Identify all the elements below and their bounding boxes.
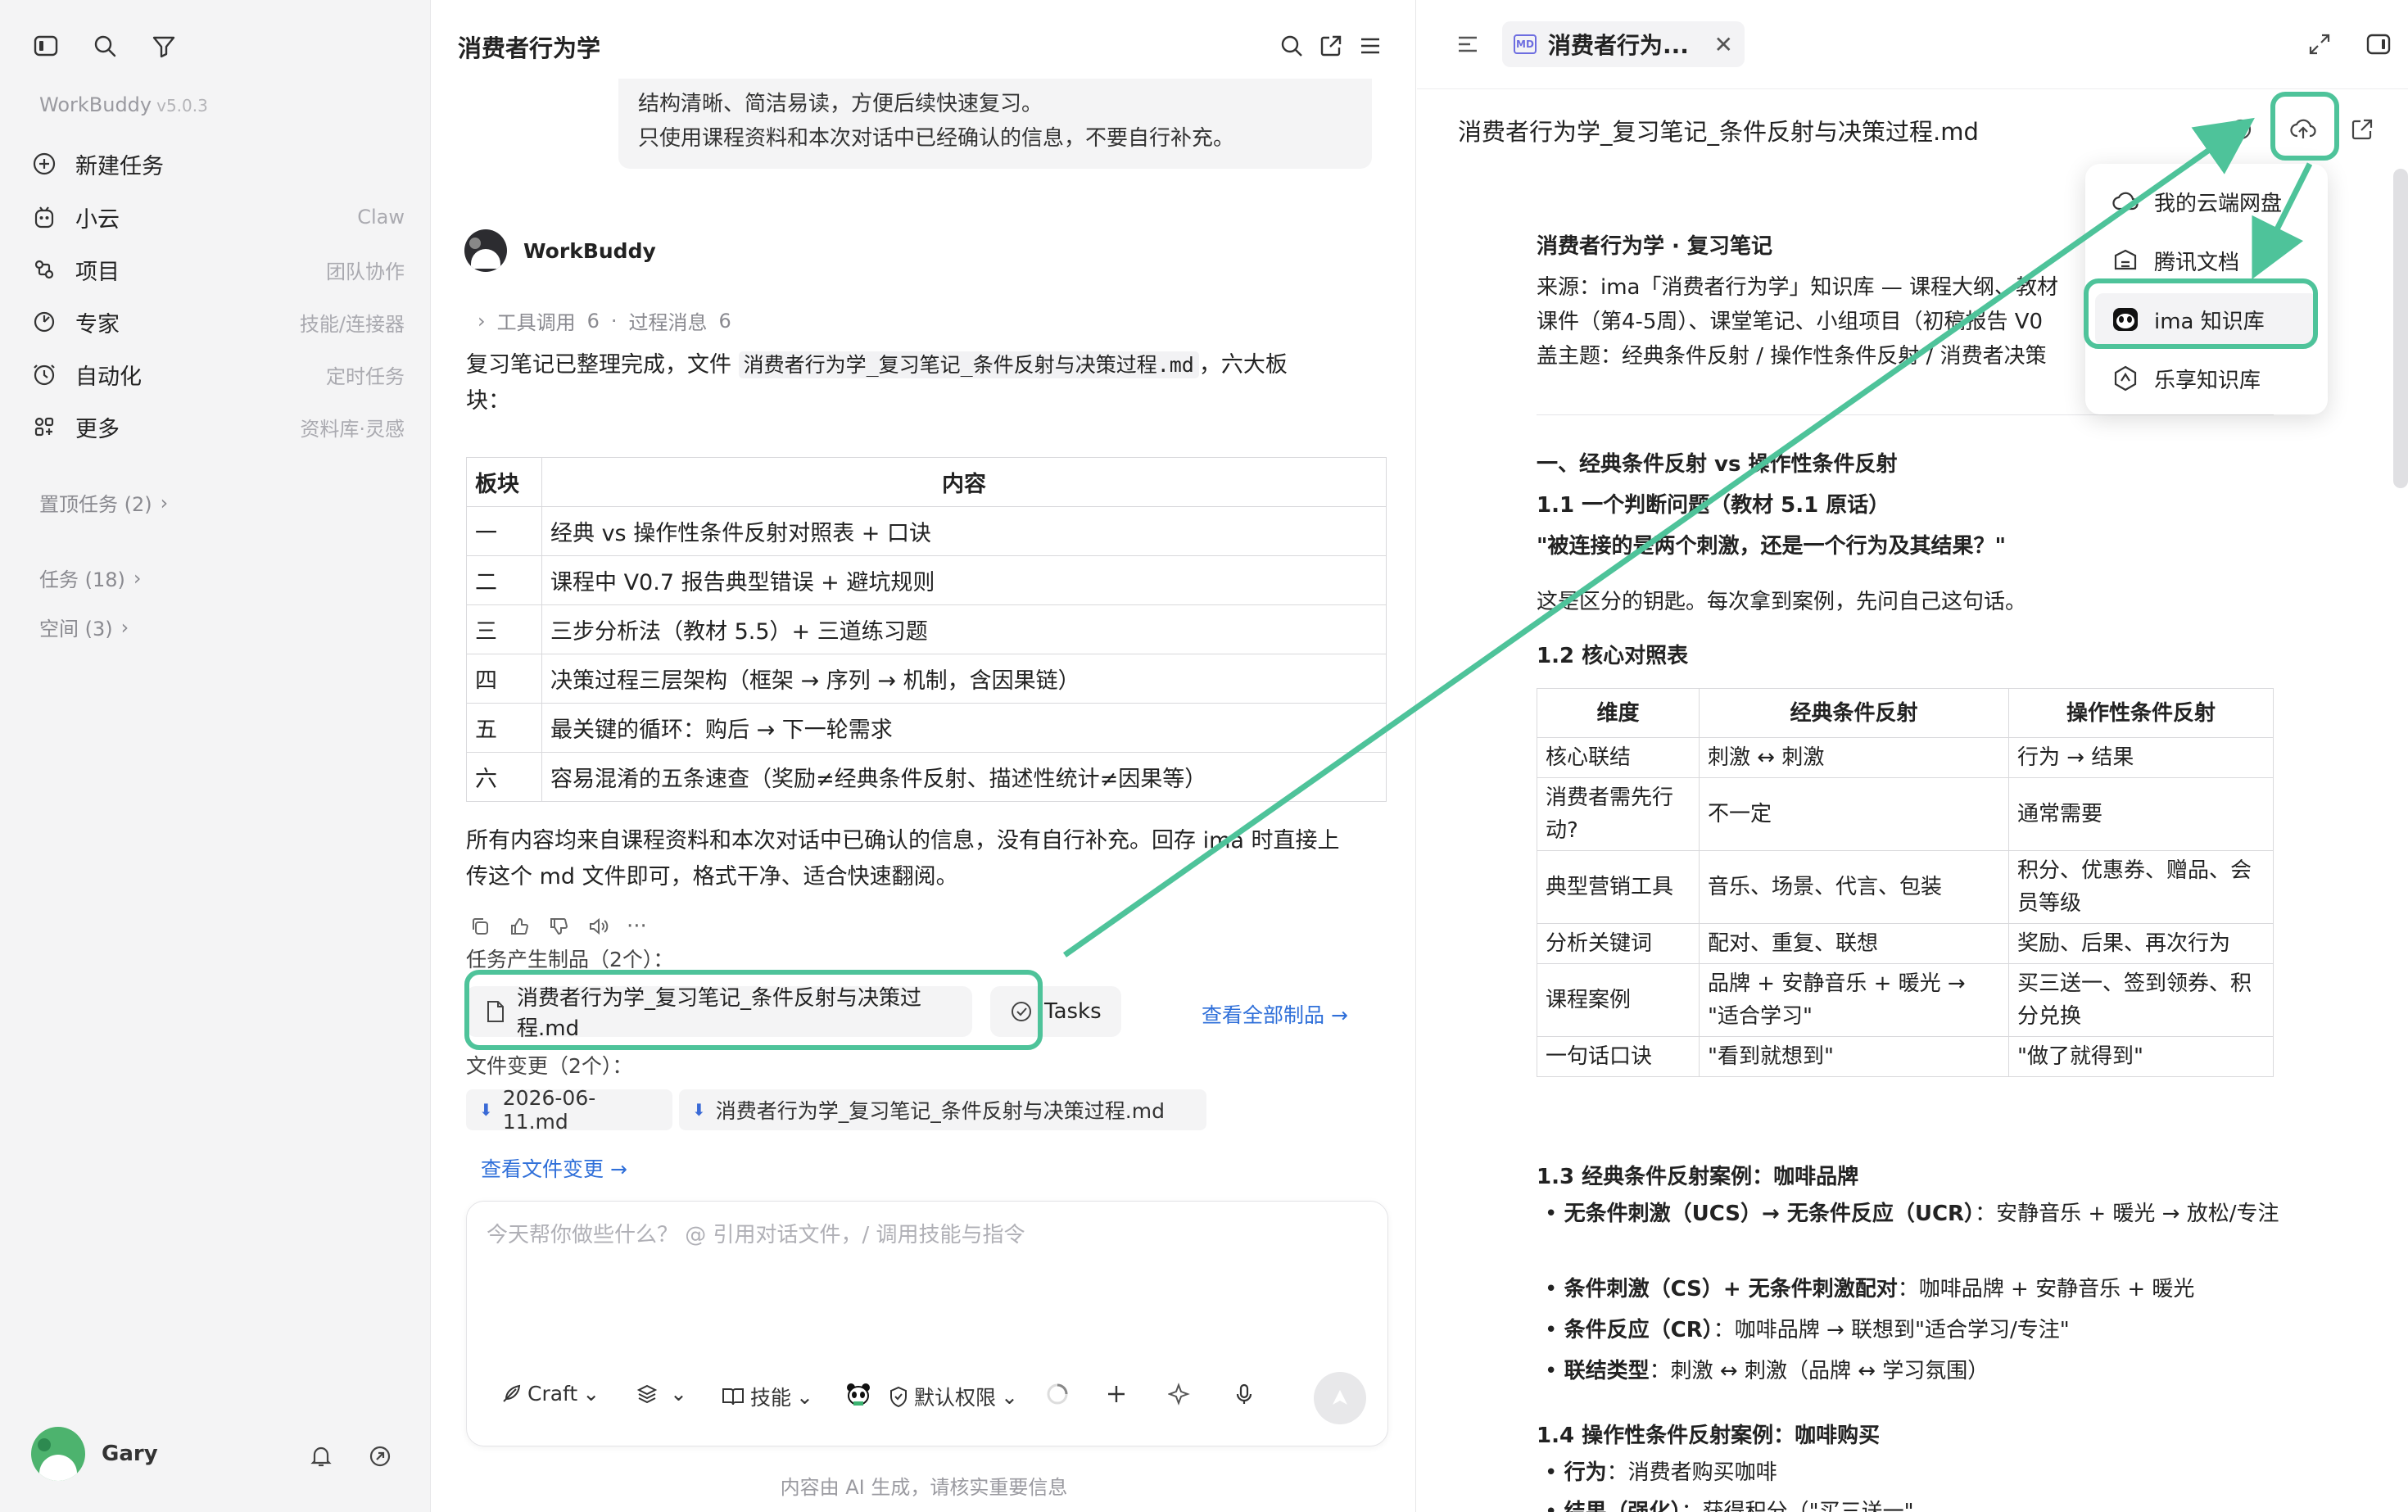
annotation-arrows (1062, 117, 2313, 957)
arrow-to-upload (1062, 117, 2255, 957)
arrow-to-ima (2252, 162, 2313, 280)
